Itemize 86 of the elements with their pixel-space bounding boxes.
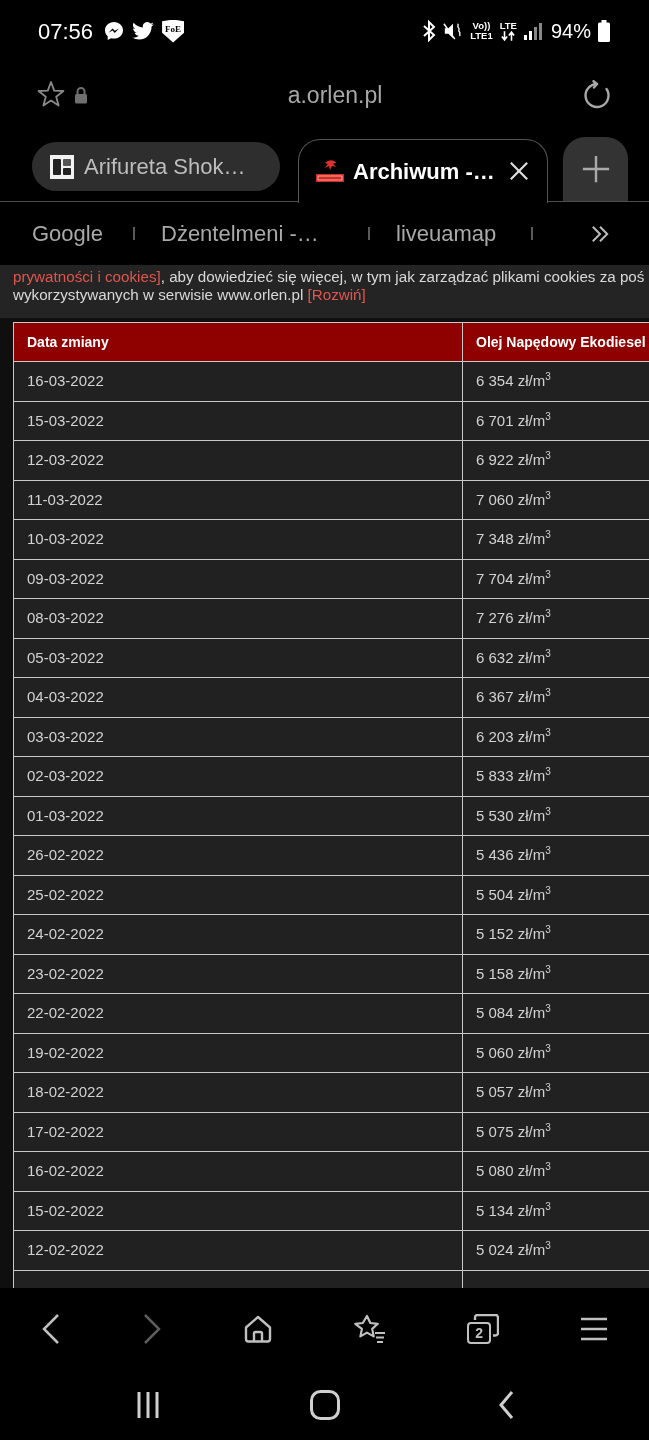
table-cell: 6 354 zł/m$^{3}$ bbox=[462, 361, 649, 401]
table-cell: 5 060 zł/m$^{3}$ bbox=[462, 1033, 649, 1073]
speaker-muted-icon bbox=[443, 21, 464, 41]
recent-apps-icon[interactable] bbox=[135, 1391, 160, 1419]
table-cell: 08-03-2022 bbox=[13, 598, 463, 638]
table-cell: 7 348 zł/m$^{3}$ bbox=[462, 519, 649, 559]
lock-icon bbox=[74, 86, 88, 104]
browser-tab[interactable]: Archiwum -… bbox=[298, 138, 548, 203]
table-cell: 5 080 zł/m$^{3}$ bbox=[462, 1151, 649, 1191]
reload-icon[interactable] bbox=[582, 80, 612, 110]
table-cell: 23-02-2022 bbox=[13, 954, 463, 994]
table-cell: 09-03-2022 bbox=[13, 559, 463, 599]
table-cell: 6 203 zł/m$^{3}$ bbox=[462, 717, 649, 757]
table-cell: 18-02-2022 bbox=[13, 1072, 463, 1112]
menu-icon[interactable] bbox=[580, 1317, 609, 1341]
table-cell: 01-03-2022 bbox=[13, 796, 463, 836]
notice-link[interactable]: [Rozwiń] bbox=[307, 286, 366, 303]
table-cell: 02-03-2022 bbox=[13, 756, 463, 796]
table-cell: 12-03-2022 bbox=[13, 440, 463, 480]
table-cell: 7 276 zł/m$^{3}$ bbox=[462, 598, 649, 638]
favicon-icon bbox=[50, 154, 74, 179]
table-cell: 5 436 zł/m$^{3}$ bbox=[462, 835, 649, 875]
table-cell: 5 057 zł/m$^{3}$ bbox=[462, 1072, 649, 1112]
table-cell: 25-02-2022 bbox=[13, 875, 463, 915]
home-icon[interactable] bbox=[242, 1314, 273, 1344]
table-cell: 26-02-2022 bbox=[13, 835, 463, 875]
table-cell: 15-02-2022 bbox=[13, 1191, 463, 1231]
table-cell: 7 704 zł/m$^{3}$ bbox=[462, 559, 649, 599]
table-cell: 5 084 zł/m$^{3}$ bbox=[462, 993, 649, 1033]
table-cell: 04-03-2022 bbox=[13, 677, 463, 717]
network-label: Vo)) bbox=[472, 21, 491, 31]
table-cell: 5 134 zł/m$^{3}$ bbox=[462, 1191, 649, 1231]
bird-icon bbox=[132, 22, 155, 40]
notice-link[interactable]: prywatności i cookies] bbox=[13, 268, 161, 285]
table-cell: 5 530 zł/m$^{3}$ bbox=[462, 796, 649, 836]
bluetooth-icon bbox=[422, 20, 437, 42]
table-cell: 16-03-2022 bbox=[13, 361, 463, 401]
table-cell: 6 922 zł/m$^{3}$ bbox=[462, 440, 649, 480]
table-cell: 05-03-2022 bbox=[13, 638, 463, 678]
new-tab-button[interactable] bbox=[563, 137, 628, 201]
shield-badge: FoE bbox=[162, 19, 185, 43]
back-icon[interactable] bbox=[497, 1391, 514, 1419]
battery-percent: 94% bbox=[550, 19, 591, 44]
bookmark-link[interactable]: Google bbox=[32, 221, 103, 246]
plus-icon bbox=[580, 154, 611, 184]
table-cell: 03-03-2022 bbox=[13, 717, 463, 757]
address-field[interactable]: a.orlen.pl bbox=[287, 77, 383, 113]
table-cell: 5 024 zł/m$^{3}$ bbox=[462, 1230, 649, 1270]
table-cell: 6 367 zł/m$^{3}$ bbox=[462, 677, 649, 717]
network-label: LTE1 bbox=[470, 31, 493, 41]
table-cell: 6 632 zł/m$^{3}$ bbox=[462, 638, 649, 678]
signal-icon bbox=[523, 22, 542, 40]
bookmark-link[interactable]: liveuamap bbox=[396, 221, 497, 246]
table-cell: 5 833 zł/m$^{3}$ bbox=[462, 756, 649, 796]
table-cell: 17-02-2022 bbox=[13, 1112, 463, 1152]
table-cell: 10-03-2022 bbox=[13, 519, 463, 559]
table-cell: 5 504 zł/m$^{3}$ bbox=[462, 875, 649, 915]
double-chevron-icon[interactable] bbox=[590, 224, 610, 243]
table-cell: 15-03-2022 bbox=[13, 401, 463, 441]
star-icon[interactable] bbox=[36, 80, 66, 110]
table-cell: 12-02-2022 bbox=[13, 1230, 463, 1270]
table-cell: 19-02-2022 bbox=[13, 1033, 463, 1073]
back-icon[interactable] bbox=[40, 1313, 61, 1345]
table-cell: 6 701 zł/m$^{3}$ bbox=[462, 401, 649, 441]
table-cell: 24-02-2022 bbox=[13, 914, 463, 954]
bookmark-link[interactable]: Dżentelmeni -… bbox=[161, 221, 319, 246]
home-icon[interactable] bbox=[309, 1390, 340, 1420]
table-cell: 22-02-2022 bbox=[13, 993, 463, 1033]
table-cell: 5 152 zł/m$^{3}$ bbox=[462, 914, 649, 954]
logo-icon bbox=[315, 159, 345, 183]
close-icon[interactable] bbox=[509, 161, 529, 181]
chat-bubble-icon bbox=[104, 21, 125, 41]
star-list-icon[interactable] bbox=[354, 1314, 387, 1344]
table-cell: 7 060 zł/m$^{3}$ bbox=[462, 480, 649, 520]
clock-time: 07:56 bbox=[38, 17, 94, 46]
table-cell: 5 075 zł/m$^{3}$ bbox=[462, 1112, 649, 1152]
data-arrows-icon bbox=[501, 31, 516, 41]
network-label: LTE bbox=[499, 21, 517, 31]
battery-icon bbox=[598, 20, 610, 42]
browser-tab[interactable]: Arifureta Shok… bbox=[32, 142, 280, 191]
cookie-notice-text: prywatności i cookies], aby dowiedzieć się więcej, w tym jak zarządzać plikami cookies za poś wykorzystywanych w serwisie www.orlen.pl [Rozwiń] bbox=[0, 265, 649, 318]
column-header: Olej Napędowy Ekodiesel bbox=[462, 322, 649, 362]
table-cell: 11-03-2022 bbox=[13, 480, 463, 520]
table-cell: 16-02-2022 bbox=[13, 1151, 463, 1191]
table-cell: 5 158 zł/m$^{3}$ bbox=[462, 954, 649, 994]
column-header: Data zmiany bbox=[13, 322, 463, 362]
